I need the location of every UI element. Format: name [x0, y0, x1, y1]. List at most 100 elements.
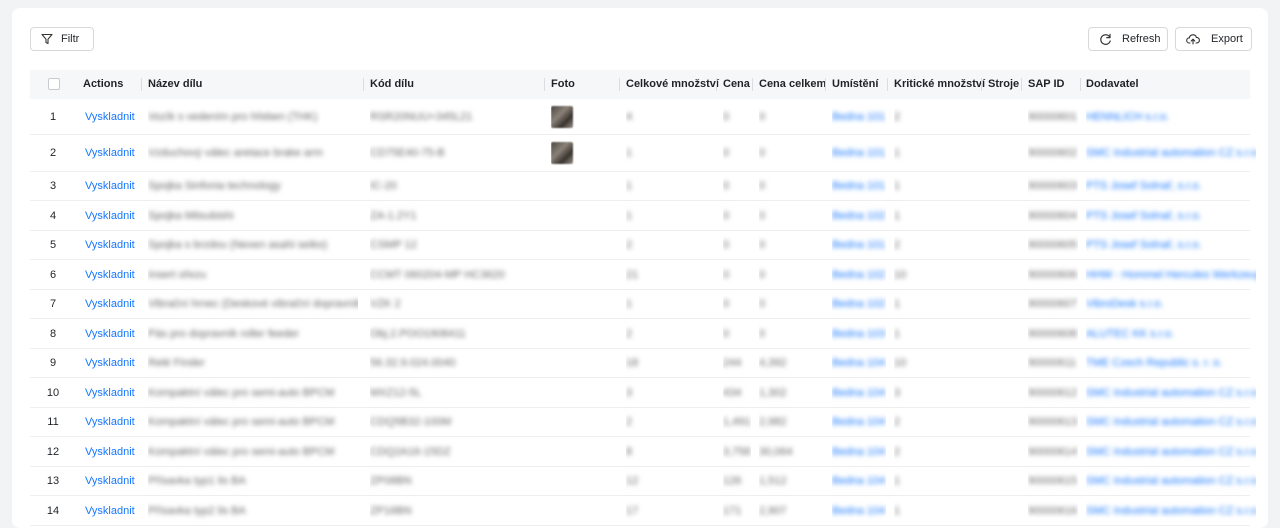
- part-photo-thumbnail[interactable]: [551, 142, 573, 164]
- location-link[interactable]: Bedna 104: [832, 387, 885, 399]
- total-price: 1,302: [759, 386, 787, 399]
- column-separator: [887, 78, 888, 91]
- location-link[interactable]: Bedna 101: [832, 111, 885, 123]
- unstock-link[interactable]: Vyskladnit: [85, 387, 135, 399]
- supplier-link[interactable]: HHW - Hommel Hercules Werkzeug: [1086, 269, 1256, 281]
- supplier-link[interactable]: SMC Industrial automation CZ s.r.o.: [1086, 505, 1256, 517]
- location-link[interactable]: Bedna 104: [832, 416, 885, 428]
- col-sap[interactable]: SAP ID: [1028, 70, 1064, 99]
- total-price: 0: [759, 268, 766, 281]
- supplier-link[interactable]: SMC Industrial automation CZ s.r.o.: [1086, 416, 1256, 428]
- part-photo-thumbnail[interactable]: [551, 105, 573, 128]
- row-number: 3: [49, 180, 57, 192]
- supplier-link[interactable]: SMC Industrial automation CZ s.r.o.: [1086, 475, 1256, 487]
- supplier-link[interactable]: PTS Josef Solnař, s.r.o.: [1086, 180, 1202, 192]
- col-actions: Actions: [83, 78, 124, 90]
- price: 244: [723, 357, 742, 369]
- total-quantity: 12: [626, 475, 639, 487]
- total-price: 30,064: [759, 445, 793, 458]
- col-supplier[interactable]: Dodavatel: [1086, 70, 1139, 99]
- supplier-link[interactable]: ALUTEC KK s.r.o.: [1086, 328, 1174, 340]
- total-price: 1,512: [759, 475, 787, 487]
- location-link[interactable]: Bedna 102: [832, 269, 885, 281]
- unstock-link[interactable]: Vyskladnit: [85, 328, 135, 340]
- critical-quantity: 3: [894, 386, 901, 399]
- column-separator: [825, 78, 826, 91]
- row-number: 6: [49, 268, 57, 281]
- sap-id: 90000611: [1028, 357, 1077, 369]
- location-link[interactable]: Bedna 102: [832, 298, 885, 310]
- row-number: 11: [47, 416, 59, 428]
- col-price[interactable]: Cena: [723, 70, 750, 99]
- column-separator: [752, 78, 753, 91]
- part-name: Spojka s brzdou (Nexen asahi seiko): [148, 239, 328, 251]
- unstock-link[interactable]: Vyskladnit: [85, 446, 135, 458]
- supplier-link[interactable]: PTS Josef Solnař, s.r.o.: [1086, 239, 1202, 251]
- price: 434: [723, 386, 742, 399]
- part-code: RSR20NUU+345L21: [370, 110, 473, 123]
- unstock-link[interactable]: Vyskladnit: [85, 298, 135, 310]
- unstock-link[interactable]: Vyskladnit: [85, 269, 135, 281]
- select-all-checkbox[interactable]: [48, 78, 60, 90]
- supplier-link[interactable]: VibroDesk s.r.o.: [1086, 298, 1163, 310]
- supplier-link[interactable]: TME Czech Republic s. r. o.: [1086, 357, 1222, 369]
- col-machines[interactable]: Stroje: [988, 70, 1019, 99]
- unstock-link[interactable]: Vyskladnit: [85, 111, 135, 123]
- location-link[interactable]: Bedna 101: [832, 239, 885, 251]
- unstock-link[interactable]: Vyskladnit: [85, 357, 135, 369]
- unstock-link[interactable]: Vyskladnit: [85, 416, 135, 428]
- sap-id: 90000605: [1028, 239, 1077, 251]
- column-separator: [363, 78, 364, 91]
- table-row: 3 Vyskladnit Spojka Sinfonia technology IC-…: [30, 172, 1250, 201]
- col-name[interactable]: Název dílu: [148, 70, 202, 99]
- supplier-link[interactable]: PTS Josef Solnař, s.r.o.: [1086, 210, 1202, 222]
- part-name: Spojka Mitsubishi: [148, 209, 234, 222]
- price: 0: [723, 327, 730, 340]
- location-link[interactable]: Bedna 104: [832, 446, 885, 458]
- total-quantity: 4: [626, 110, 633, 123]
- export-button[interactable]: Export: [1175, 27, 1252, 51]
- sap-id: 90000614: [1028, 445, 1077, 458]
- row-number: 8: [49, 327, 57, 340]
- table-row: 13 Vyskladnit Přísavka typ1 lis BA ZP08BN 12…: [30, 467, 1256, 496]
- unstock-link[interactable]: Vyskladnit: [85, 147, 135, 159]
- price: 0: [723, 110, 730, 123]
- col-critical[interactable]: Kritické množství: [894, 70, 985, 99]
- location-link[interactable]: Bedna 104: [832, 357, 885, 369]
- total-price: 0: [759, 209, 766, 222]
- critical-quantity: 10: [894, 357, 907, 369]
- price: 126: [723, 475, 742, 487]
- unstock-link[interactable]: Vyskladnit: [85, 239, 135, 251]
- unstock-link[interactable]: Vyskladnit: [85, 180, 135, 192]
- col-code[interactable]: Kód dílu: [370, 70, 414, 99]
- filter-icon: [41, 33, 53, 45]
- location-link[interactable]: Bedna 104: [832, 505, 885, 517]
- location-link[interactable]: Bedna 104: [832, 475, 885, 487]
- unstock-link[interactable]: Vyskladnit: [85, 475, 135, 487]
- price: 1,491: [723, 416, 751, 428]
- location-link[interactable]: Bedna 102: [832, 210, 885, 222]
- col-total[interactable]: Cena celkem: [759, 70, 826, 99]
- total-quantity: 1: [626, 180, 633, 192]
- supplier-link[interactable]: SMC Industrial automation CZ s.r.o.: [1086, 147, 1256, 159]
- row-number: 2: [49, 147, 57, 159]
- col-qty[interactable]: Celkové množství: [626, 70, 719, 99]
- refresh-button-label: Refresh: [1122, 33, 1161, 45]
- unstock-link[interactable]: Vyskladnit: [85, 210, 135, 222]
- supplier-link[interactable]: SMC Industrial automation CZ s.r.o.: [1086, 446, 1256, 458]
- sap-id: 90000606: [1028, 268, 1077, 281]
- part-code: MXZ12-5L: [370, 386, 422, 399]
- unstock-link[interactable]: Vyskladnit: [85, 505, 135, 517]
- supplier-link[interactable]: SMC Industrial automation CZ s.r.o.: [1086, 387, 1256, 399]
- filter-button[interactable]: Filtr: [30, 27, 94, 51]
- sap-id: 90000608: [1028, 327, 1077, 340]
- col-location[interactable]: Umístění: [832, 70, 878, 99]
- table-body: 1 Vyskladnit Vozík s vedením pro hřeben (T…: [30, 99, 1256, 526]
- refresh-button[interactable]: Refresh: [1088, 27, 1168, 51]
- location-link[interactable]: Bedna 101: [832, 180, 885, 192]
- location-link[interactable]: Bedna 101: [832, 147, 885, 159]
- filter-button-label: Filtr: [61, 33, 80, 45]
- location-link[interactable]: Bedna 103: [832, 328, 885, 340]
- part-name: Přísavka typ1 lis BA: [148, 475, 246, 487]
- supplier-link[interactable]: HENNLICH s.r.o.: [1086, 111, 1169, 123]
